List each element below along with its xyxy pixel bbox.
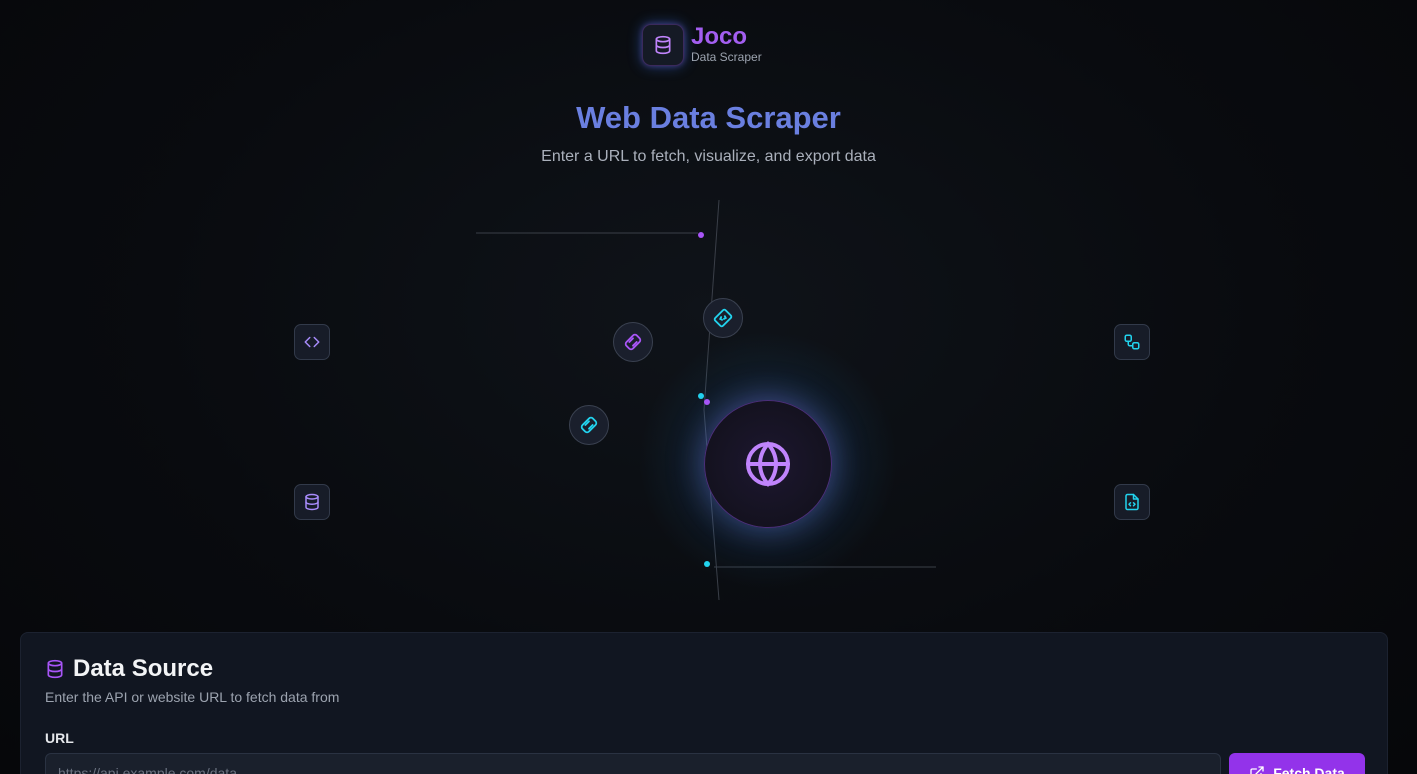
code-icon xyxy=(304,336,320,348)
database-icon xyxy=(642,24,684,66)
file-code-icon xyxy=(1125,493,1139,511)
database-icon xyxy=(47,659,63,679)
data-source-card: Data Source Enter the API or website URL… xyxy=(20,632,1388,774)
scroll-icon xyxy=(580,416,598,434)
page-subtitle: Enter a URL to fetch, visualize, and exp… xyxy=(541,148,876,165)
scroll-icon xyxy=(624,333,642,351)
data-dot xyxy=(704,561,710,567)
ticket-icon xyxy=(713,308,733,328)
card-header: Data Source xyxy=(45,655,213,683)
workflow-icon xyxy=(1124,334,1140,350)
network-visualization xyxy=(0,190,1417,610)
globe-hub xyxy=(704,400,832,528)
workflow-node xyxy=(1114,324,1150,360)
url-label: URL xyxy=(45,730,74,746)
fetch-data-label: Fetch Data xyxy=(1273,765,1345,774)
card-title: Data Source xyxy=(73,655,214,682)
database-node xyxy=(294,484,330,520)
brand: Joco Data Scraper xyxy=(642,24,762,66)
ticket-node xyxy=(703,298,743,338)
scroll-node xyxy=(613,322,653,362)
url-input[interactable] xyxy=(45,753,1221,774)
file-code-node xyxy=(1114,484,1150,520)
brand-subtitle: Data Scraper xyxy=(691,50,762,64)
data-dot xyxy=(698,232,704,238)
data-dot xyxy=(698,393,704,399)
external-link-icon xyxy=(1250,766,1264,774)
database-icon xyxy=(305,493,319,511)
scroll-node xyxy=(569,405,609,445)
code-node xyxy=(294,324,330,360)
page-title: Web Data Scraper xyxy=(576,100,841,135)
globe-icon xyxy=(746,441,790,487)
fetch-data-button[interactable]: Fetch Data xyxy=(1229,753,1365,774)
card-description: Enter the API or website URL to fetch da… xyxy=(45,689,340,705)
brand-name: Joco xyxy=(691,23,748,50)
data-dot xyxy=(704,399,710,405)
